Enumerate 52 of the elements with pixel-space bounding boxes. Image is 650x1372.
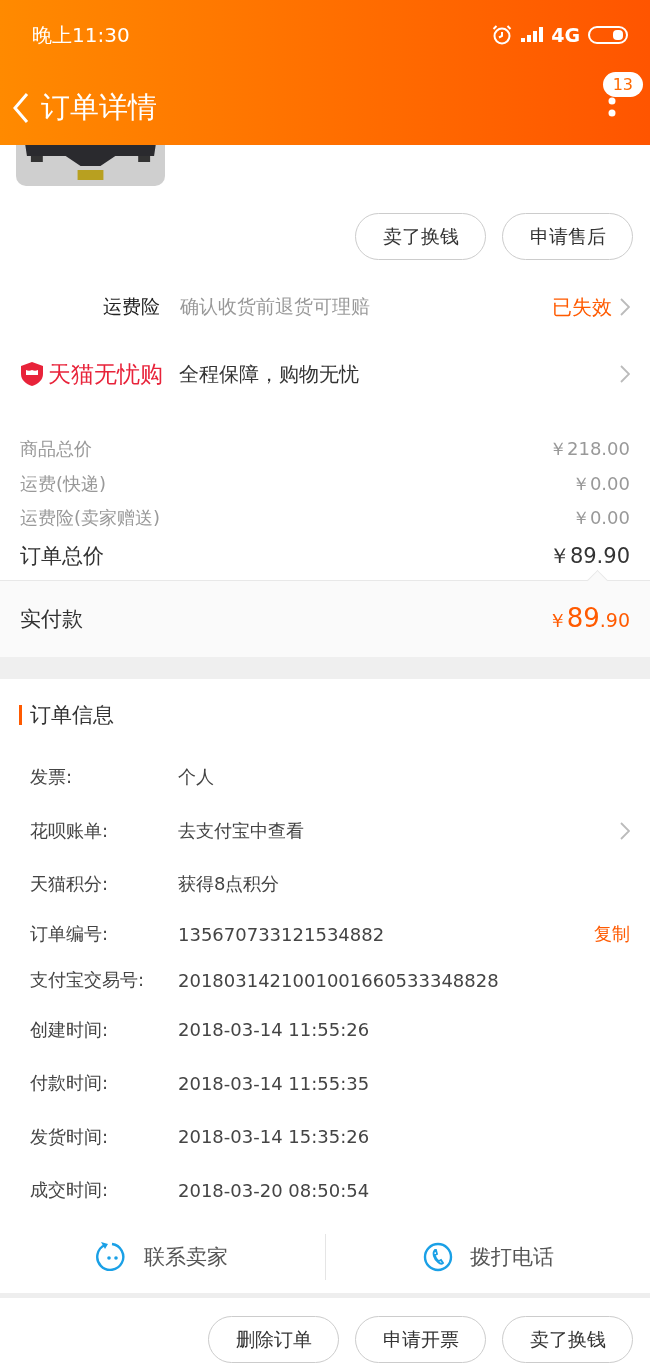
guarantee-slogan: 全程保障，购物无忧 (179, 360, 360, 388)
price-label: 商品总价 (20, 437, 92, 462)
shield-icon (20, 361, 44, 387)
call-button[interactable]: 拨打电话 (325, 1227, 650, 1287)
info-label: 成交时间: (30, 1178, 110, 1203)
network-type: 4G (551, 24, 580, 46)
action-button[interactable]: 卖了换钱 (355, 213, 486, 260)
battery-icon (588, 26, 628, 44)
status-time: 晚上11:30 (32, 21, 130, 49)
info-value: 个人 (178, 765, 215, 790)
price-value: ￥218.00 (549, 437, 630, 462)
info-label: 支付宝交易号: (30, 968, 146, 992)
price-label: 运费险(卖家赠送) (20, 506, 161, 531)
info-value: 2018-03-14 11:55:26 (178, 1019, 371, 1041)
price-value: ￥89.90 (548, 542, 630, 570)
paid-amount: ￥89.90 (547, 603, 630, 634)
action-button[interactable]: 卖了换钱 (502, 1316, 633, 1363)
chevron-icon (620, 821, 630, 840)
info-value: 2018-03-20 08:50:54 (178, 1179, 371, 1201)
paid-label: 实付款 (20, 605, 83, 633)
info-value: 135670733121534882 (178, 923, 386, 945)
info-value: 2018031421001001660533348828 (178, 969, 500, 991)
chevron-icon (620, 365, 630, 383)
insurance-label: 运费险 (103, 294, 160, 319)
alarm-icon (491, 24, 514, 46)
phone-icon (421, 1241, 454, 1273)
info-label: 发票: (30, 765, 74, 790)
info-label: 付款时间: (30, 1071, 110, 1096)
page-title: 订单详情 (41, 88, 157, 126)
section-title: 订单信息 (30, 701, 114, 729)
info-value[interactable]: 去支付宝中查看 (178, 818, 620, 843)
action-button[interactable]: 申请售后 (502, 213, 633, 260)
info-value: 获得8点积分 (178, 872, 281, 897)
price-value: ￥0.00 (571, 506, 630, 531)
action-button[interactable]: 申请开票 (355, 1316, 486, 1363)
info-label: 花呗账单: (30, 818, 110, 843)
chevron-icon (620, 298, 630, 316)
info-value: 2018-03-14 15:35:26 (178, 1126, 371, 1148)
info-label: 订单编号: (30, 922, 110, 946)
info-label: 发货时间: (30, 1124, 110, 1149)
price-value: ￥0.00 (571, 471, 630, 496)
info-value: 2018-03-14 11:55:35 (178, 1072, 371, 1094)
notification-badge: 13 (602, 72, 643, 97)
signal-icon (521, 27, 544, 43)
guarantee-brand: 天猫无忧购 (48, 359, 163, 389)
price-label: 订单总价 (20, 542, 104, 570)
action-button[interactable]: 删除订单 (208, 1316, 339, 1363)
price-label: 运费(快递) (20, 471, 107, 496)
info-label: 天猫积分: (30, 872, 110, 897)
contact-seller-button[interactable]: 联系卖家 (0, 1227, 325, 1287)
info-label: 创建时间: (30, 1017, 110, 1042)
insurance-description: 确认收货前退货可理赔 (180, 294, 371, 319)
